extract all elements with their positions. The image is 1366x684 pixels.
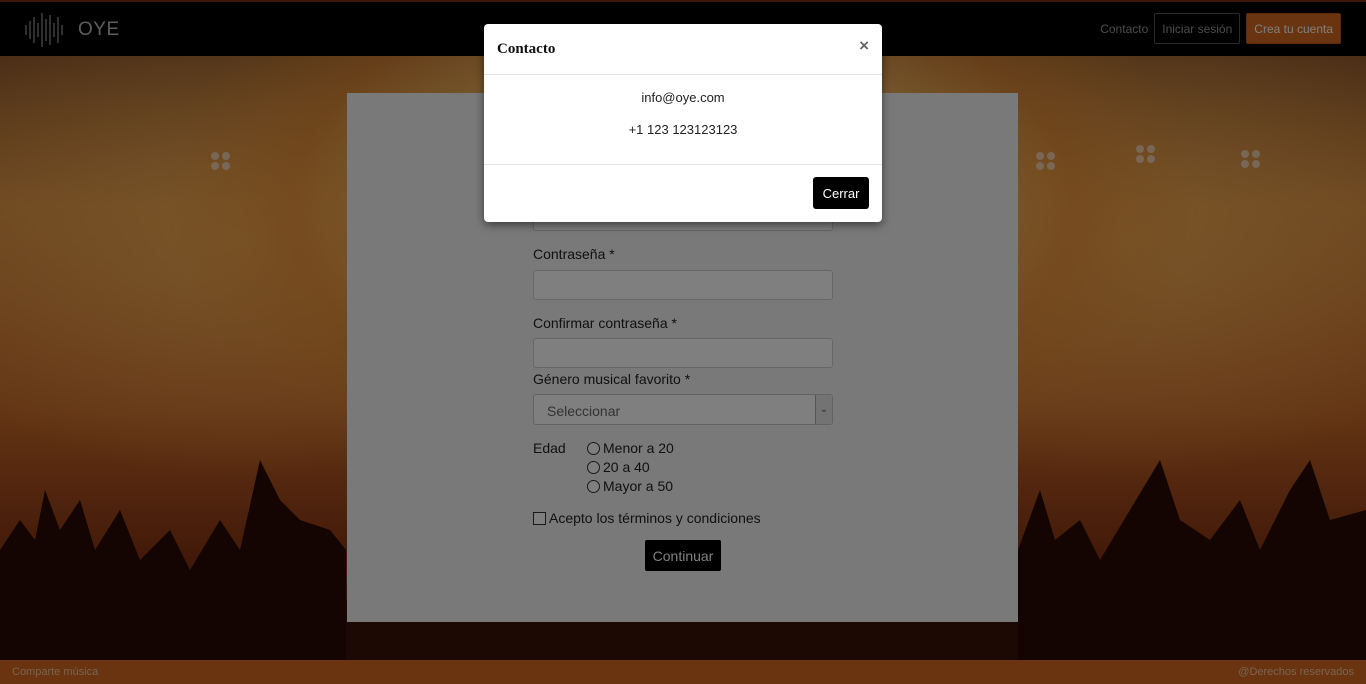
contact-email: info@oye.com bbox=[641, 90, 725, 105]
contact-phone: +1 123 123123123 bbox=[628, 122, 738, 137]
modal-header: Contacto × bbox=[484, 24, 882, 75]
modal-body: info@oye.com +1 123 123123123 bbox=[484, 75, 882, 165]
close-icon[interactable]: × bbox=[859, 37, 869, 54]
modal-footer: Cerrar bbox=[484, 165, 882, 221]
contact-modal: Contacto × info@oye.com +1 123 123123123… bbox=[484, 24, 882, 222]
modal-title: Contacto bbox=[497, 41, 556, 57]
close-modal-button[interactable]: Cerrar bbox=[813, 177, 869, 209]
